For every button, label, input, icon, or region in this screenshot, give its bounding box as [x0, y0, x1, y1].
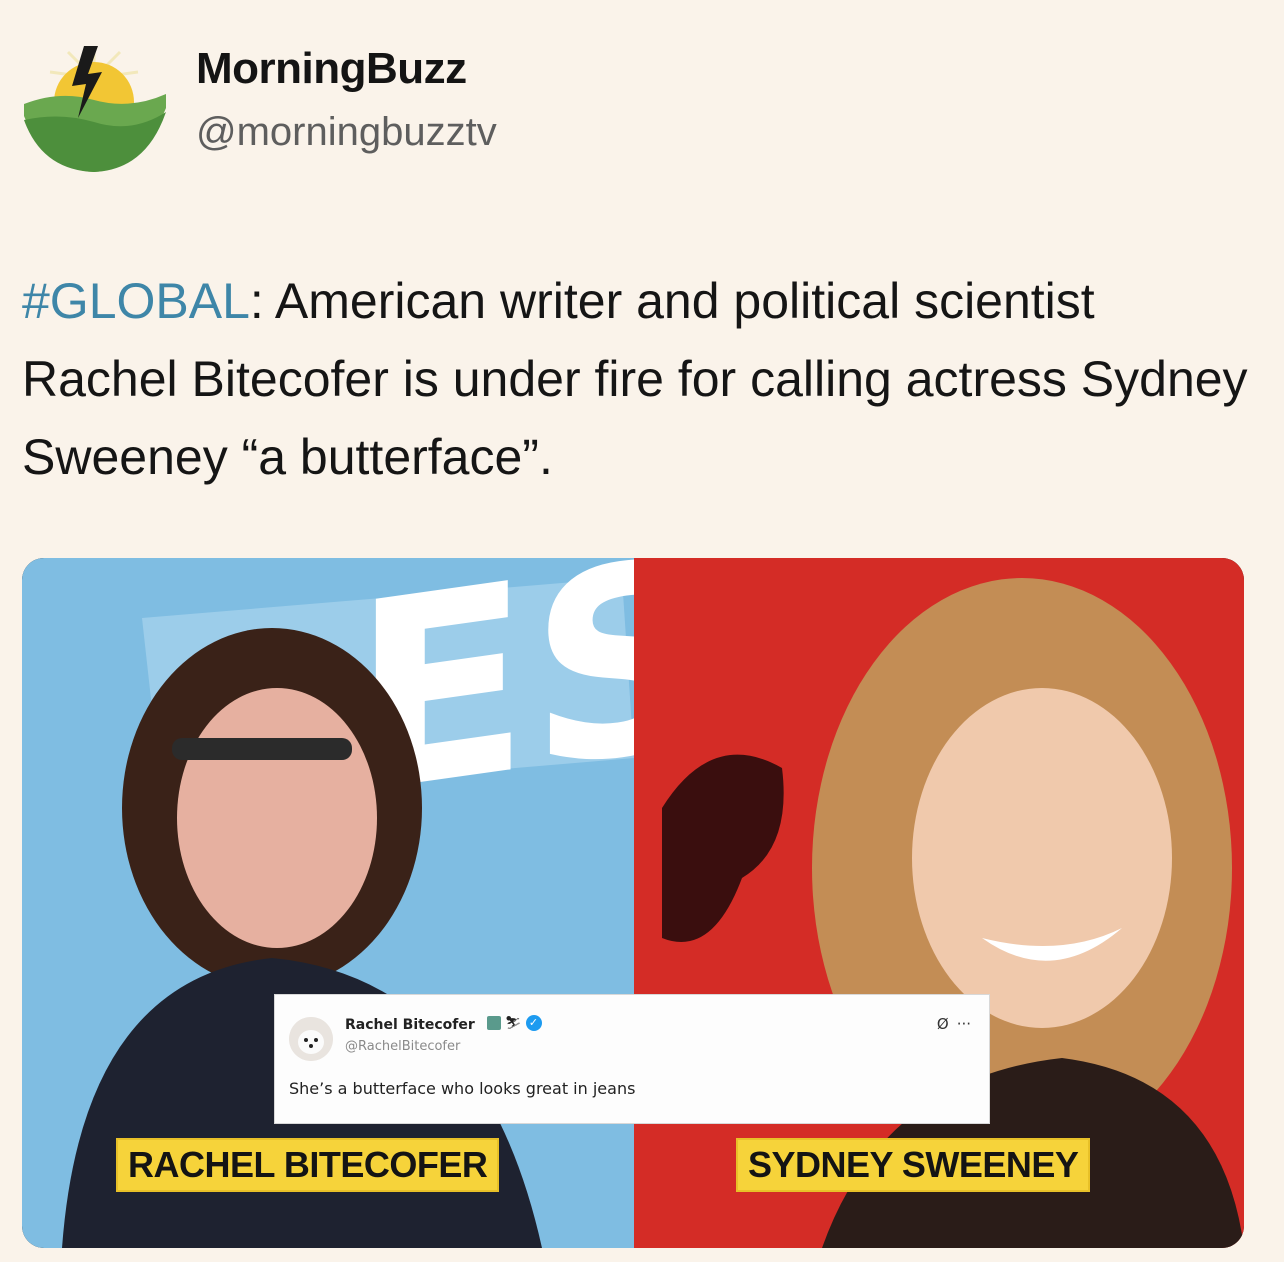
- post-text: #GLOBAL: American writer and political s…: [22, 262, 1262, 496]
- embedded-tweet-card[interactable]: Rachel Bitecofer ⛷ ✓ @RachelBitecofer Ø …: [274, 994, 990, 1124]
- embedded-avatar[interactable]: [289, 1017, 333, 1061]
- right-person-caption: SYDNEY SWEENEY: [736, 1138, 1091, 1192]
- morningbuzz-logo-icon[interactable]: [20, 38, 168, 176]
- embedded-badges: ⛷ ✓: [487, 1015, 542, 1031]
- account-handle[interactable]: @morningbuzztv: [196, 110, 497, 155]
- embedded-actions: Ø ···: [937, 1015, 971, 1033]
- dog-avatar-icon: [289, 1017, 333, 1061]
- embedded-tweet-text: She’s a butterface who looks great in je…: [289, 1079, 636, 1098]
- left-person-caption: RACHEL BITECOFER: [116, 1138, 500, 1192]
- emoji-icon: ⛷: [505, 1015, 522, 1031]
- more-options-icon[interactable]: ···: [957, 1015, 971, 1033]
- post-media-image[interactable]: ES RACHEL BITECOFER SYDNEY SWEENEY Rache…: [22, 558, 1244, 1248]
- account-display-name[interactable]: MorningBuzz: [196, 44, 467, 94]
- embedded-author-handle[interactable]: @RachelBitecofer: [345, 1039, 460, 1054]
- hashtag-link[interactable]: #GLOBAL: [22, 273, 250, 329]
- embedded-author-name[interactable]: Rachel Bitecofer: [345, 1017, 475, 1033]
- verified-icon: ✓: [525, 1015, 542, 1031]
- flag-icon: [487, 1016, 501, 1030]
- grok-icon[interactable]: Ø: [937, 1015, 949, 1033]
